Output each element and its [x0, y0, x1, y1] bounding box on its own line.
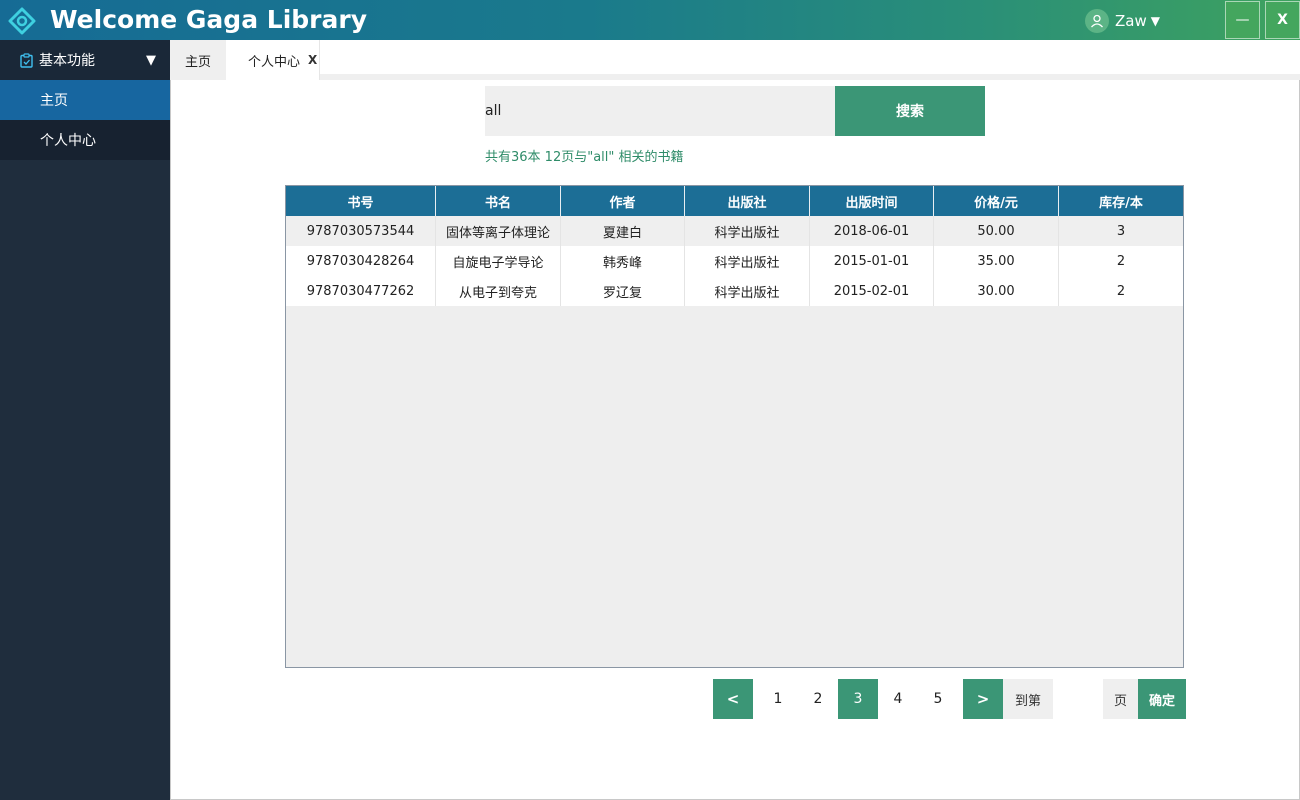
- cell-price: 35.00: [934, 246, 1059, 276]
- column-header[interactable]: 价格/元: [934, 186, 1059, 216]
- tab-home[interactable]: 主页: [170, 40, 226, 80]
- sidebar-group-header[interactable]: 基本功能 ▼: [0, 40, 170, 80]
- cell-title: 自旋电子学导论: [436, 246, 561, 276]
- sidebar: 基本功能 ▼ 主页 个人中心: [0, 40, 170, 800]
- table-row[interactable]: 9787030477262 从电子到夸克 罗辽复 科学出版社 2015-02-0…: [286, 276, 1183, 306]
- tab-close-button[interactable]: X: [308, 53, 317, 67]
- cell-stock: 3: [1116, 223, 1126, 239]
- result-summary: 共有36本 12页与"all" 相关的书籍: [485, 150, 684, 165]
- page-unit-label: 页: [1103, 679, 1138, 719]
- cell-title: 从电子到夸克: [436, 276, 561, 306]
- cell-pub-date: 2018-06-01: [810, 216, 934, 246]
- tab-bar: 主页 个人中心 X: [170, 40, 1300, 80]
- page-button-1[interactable]: 1: [758, 679, 798, 719]
- column-header[interactable]: 库存/本: [1059, 186, 1183, 216]
- sidebar-item-user-center[interactable]: 个人中心: [0, 120, 170, 160]
- cell-publisher: 科学出版社: [685, 246, 810, 276]
- cell-publisher: 科学出版社: [685, 216, 810, 246]
- cell-pub-date: 2015-02-01: [810, 276, 934, 306]
- cell-stock: 2: [1116, 283, 1126, 299]
- prev-page-button[interactable]: <: [713, 679, 753, 719]
- column-header[interactable]: 出版社: [685, 186, 810, 216]
- cell-author: 夏建白: [561, 216, 685, 246]
- next-page-button[interactable]: >: [963, 679, 1003, 719]
- sidebar-item-home[interactable]: 主页: [0, 80, 170, 120]
- app-logo-icon: [8, 7, 36, 35]
- cell-author: 罗辽复: [561, 276, 685, 306]
- cell-isbn: 9787030428264: [286, 246, 436, 276]
- cell-author: 韩秀峰: [561, 246, 685, 276]
- avatar: [1085, 9, 1109, 33]
- books-table: 书号 书名 作者 出版社 出版时间 价格/元 库存/本 978703057354…: [285, 185, 1184, 668]
- page-button-4[interactable]: 4: [878, 679, 918, 719]
- user-icon: [1091, 14, 1103, 28]
- cell-price: 30.00: [934, 276, 1059, 306]
- column-header[interactable]: 出版时间: [810, 186, 934, 216]
- goto-page-input[interactable]: [1053, 679, 1103, 719]
- column-header[interactable]: 书号: [286, 186, 436, 216]
- tab-user-center[interactable]: 个人中心 X: [226, 40, 320, 80]
- page-button-2[interactable]: 2: [798, 679, 838, 719]
- app-title: Welcome Gaga Library: [50, 5, 367, 34]
- cell-stock: 2: [1116, 253, 1126, 269]
- minimize-button[interactable]: —: [1225, 1, 1260, 39]
- cell-isbn: 9787030573544: [286, 216, 436, 246]
- sidebar-group-label: 基本功能: [39, 53, 95, 69]
- confirm-goto-button[interactable]: 确定: [1138, 679, 1186, 719]
- user-name: Zaw: [1115, 12, 1147, 30]
- title-bar: Welcome Gaga Library Zaw ▼ — X: [0, 0, 1300, 40]
- caret-down-icon: ▼: [1150, 14, 1160, 28]
- search-button[interactable]: 搜索: [835, 86, 985, 136]
- page-button-3[interactable]: 3: [838, 679, 878, 719]
- user-menu[interactable]: Zaw ▼: [1085, 8, 1160, 34]
- table-header: 书号 书名 作者 出版社 出版时间 价格/元 库存/本: [286, 186, 1183, 216]
- search-input[interactable]: [485, 86, 835, 136]
- clipboard-icon: [20, 52, 33, 68]
- page-button-5[interactable]: 5: [918, 679, 958, 719]
- column-header[interactable]: 作者: [561, 186, 685, 216]
- cell-publisher: 科学出版社: [685, 276, 810, 306]
- cell-isbn: 9787030477262: [286, 276, 436, 306]
- caret-down-icon: ▼: [146, 53, 156, 68]
- cell-pub-date: 2015-01-01: [810, 246, 934, 276]
- cell-title: 固体等离子体理论: [436, 216, 561, 246]
- goto-label: 到第: [1003, 679, 1053, 719]
- table-row[interactable]: 9787030573544 固体等离子体理论 夏建白 科学出版社 2018-06…: [286, 216, 1183, 246]
- tab-label: 个人中心: [248, 54, 301, 70]
- table-row[interactable]: 9787030428264 自旋电子学导论 韩秀峰 科学出版社 2015-01-…: [286, 246, 1183, 276]
- cell-price: 50.00: [934, 216, 1059, 246]
- column-header[interactable]: 书名: [436, 186, 561, 216]
- pagination: < 1 2 3 4 5 > 到第 页 确定: [713, 679, 1186, 719]
- close-window-button[interactable]: X: [1265, 1, 1300, 39]
